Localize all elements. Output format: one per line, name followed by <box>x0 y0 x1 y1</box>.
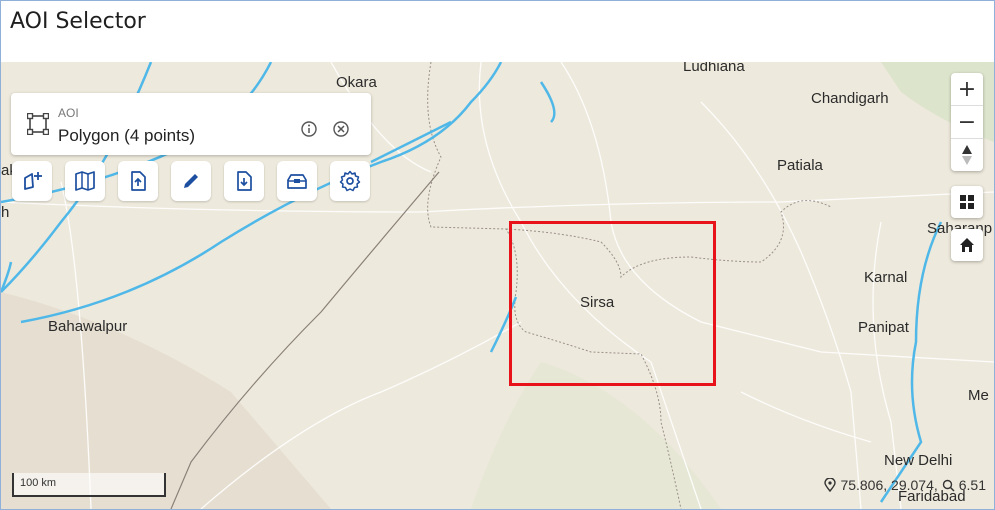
place-label-me: Me <box>968 387 989 404</box>
place-label-patiala: Patiala <box>777 157 823 174</box>
toolbox-button[interactable] <box>277 161 317 201</box>
layers-grid-button[interactable] <box>951 186 983 218</box>
info-icon[interactable] <box>300 120 318 138</box>
coordinate-readout: 75.806, 29.074, 6.51 <box>824 477 986 493</box>
place-label-new-delhi: New Delhi <box>884 452 953 469</box>
zoom-magnifier-icon <box>942 479 955 492</box>
place-label-okara: Okara <box>336 74 377 91</box>
app-window: AOI Selector Okara Ludhiana Chandigarh P… <box>0 0 995 510</box>
app-title: AOI Selector <box>10 9 146 34</box>
map-icon <box>75 171 95 191</box>
aoi-rectangle[interactable] <box>509 221 716 386</box>
place-label-panipat: Panipat <box>858 319 909 336</box>
pencil-icon <box>184 174 198 188</box>
gear-icon <box>339 170 361 192</box>
polygon-add-icon <box>24 172 42 190</box>
zoom-level-value: 6.51 <box>958 477 986 493</box>
basemap-button[interactable] <box>65 161 105 201</box>
edit-button[interactable] <box>171 161 211 201</box>
location-pin-icon <box>824 478 837 492</box>
file-download-icon <box>237 171 252 191</box>
place-label-edge: h <box>1 204 10 221</box>
aoi-value: Polygon (4 points) <box>58 126 196 145</box>
place-label-chandigarh: Chandigarh <box>811 90 889 107</box>
place-label-ludhiana: Ludhiana <box>683 62 745 75</box>
zoom-controls: + − <box>951 73 983 171</box>
settings-button[interactable] <box>330 161 370 201</box>
home-icon <box>960 238 974 252</box>
place-label-karnal: Karnal <box>864 269 908 286</box>
coordinate-value: 75.806, 29.074, <box>840 477 938 493</box>
compass-button[interactable] <box>951 139 983 171</box>
zoom-out-button[interactable]: − <box>951 106 983 139</box>
map-canvas[interactable]: Okara Ludhiana Chandigarh Patiala Sahara… <box>1 62 994 509</box>
grid-icon <box>960 195 974 209</box>
polygon-select-icon <box>27 113 49 135</box>
upload-button[interactable] <box>118 161 158 201</box>
aoi-panel: AOI Polygon (4 points) <box>11 93 371 155</box>
close-circle-icon[interactable] <box>332 120 350 138</box>
compass-icon <box>962 145 972 165</box>
toolbox-icon <box>287 174 307 189</box>
scale-bar: 100 km <box>12 473 166 497</box>
zoom-in-button[interactable]: + <box>951 73 983 106</box>
draw-polygon-button[interactable] <box>12 161 52 201</box>
home-button[interactable] <box>951 229 983 261</box>
download-button[interactable] <box>224 161 264 201</box>
place-label-bahawalpur: Bahawalpur <box>48 318 128 335</box>
file-upload-icon <box>131 171 146 191</box>
aoi-label: AOI <box>58 106 79 120</box>
scale-label: 100 km <box>20 477 57 489</box>
